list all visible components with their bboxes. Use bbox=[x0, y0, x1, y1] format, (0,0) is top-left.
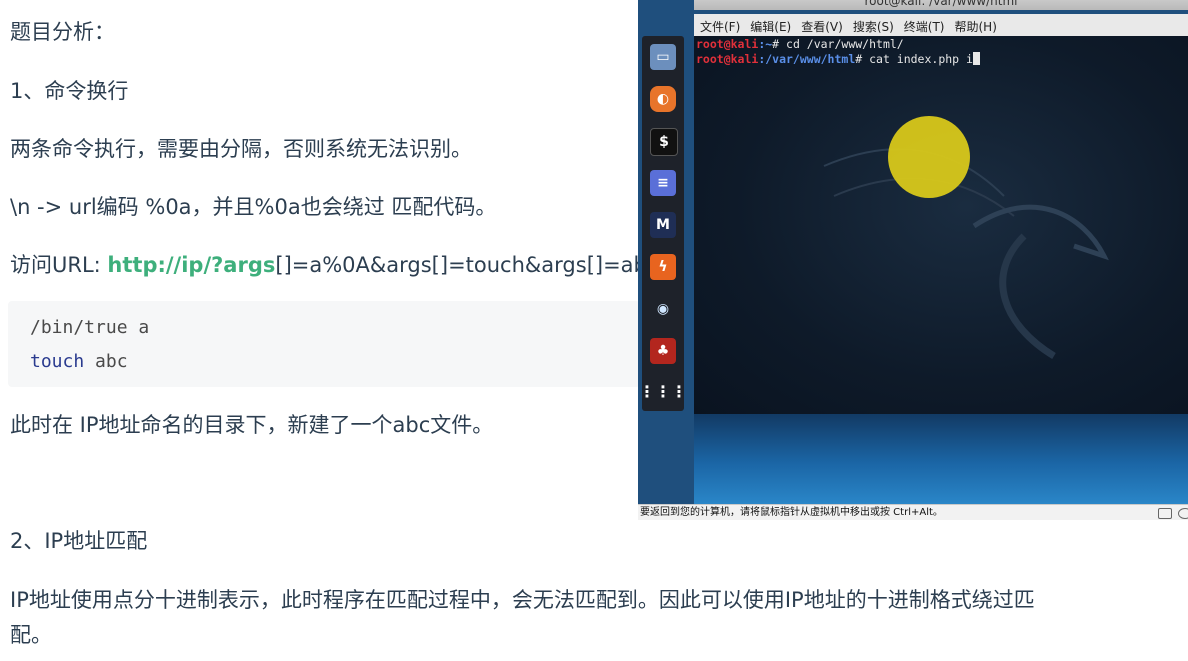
paragraph-1: 两条命令执行，需要由分隔，否则系统无法识别。 bbox=[10, 137, 472, 161]
paragraph-2: \n -> url编码 %0a，并且%0a也会绕过 匹配代码。 bbox=[10, 195, 497, 219]
menu-view[interactable]: 查看(V) bbox=[795, 14, 847, 35]
menu-help[interactable]: 帮助(H) bbox=[949, 14, 1001, 35]
app-dock: ▭ ◐ $ ≡ M ϟ ◉ ♣ ⋮⋮⋮ bbox=[639, 36, 687, 411]
terminal-icon[interactable]: $ bbox=[650, 128, 678, 156]
terminal-window-title: root@kali: /var/www/html bbox=[694, 0, 1188, 10]
paragraph-3: 此时在 IP地址命名的目录下，新建了一个abc文件。 bbox=[10, 413, 494, 437]
text-editor-icon[interactable]: ≡ bbox=[650, 170, 676, 196]
code-line-1: /bin/true a bbox=[30, 317, 150, 338]
vm-window[interactable]: root@kali: /var/www/html 文件(F) 编辑(E) 查看(V)… bbox=[638, 0, 1188, 520]
section-heading: 题目分析： bbox=[10, 20, 115, 44]
prompt-user: root@kali bbox=[696, 37, 759, 51]
device-icon-2[interactable] bbox=[1178, 508, 1188, 519]
prompt-path: :/var/www/html bbox=[758, 52, 856, 66]
vm-status-text: 要返回到您的计算机，请将鼠标指针从虚拟机中移出或按 Ctrl+Alt。 bbox=[640, 507, 943, 518]
code-line-2: touch abc bbox=[30, 351, 128, 372]
list-item-2-title: 2、IP地址匹配 bbox=[10, 529, 148, 553]
menu-search[interactable]: 搜索(S) bbox=[847, 14, 898, 35]
vm-status-bar: 要返回到您的计算机，请将鼠标指针从虚拟机中移出或按 Ctrl+Alt。 bbox=[638, 504, 1188, 520]
list-item-1-title: 1、命令换行 bbox=[10, 79, 129, 103]
code-block: /bin/true a touch abc bbox=[8, 301, 640, 387]
code-keyword: touch bbox=[30, 351, 85, 372]
menu-edit[interactable]: 编辑(E) bbox=[744, 14, 795, 35]
files-icon[interactable]: ▭ bbox=[650, 44, 676, 70]
desktop-background bbox=[694, 414, 1188, 504]
device-icon[interactable] bbox=[1158, 508, 1172, 519]
terminal-area[interactable]: root@kali:~# cd /var/www/html/ root@kali… bbox=[694, 36, 1188, 414]
paragraph-4-line-1: IP地址使用点分十进制表示，此时程序在匹配过程中，会无法匹配到。因此可以使用IP… bbox=[10, 588, 1035, 612]
terminal-line-2: root@kali:/var/www/html# cat index.php i bbox=[696, 52, 980, 66]
prompt-user: root@kali bbox=[696, 52, 759, 66]
url-link[interactable]: http://ip/?args bbox=[107, 253, 275, 277]
cherrytree-icon[interactable]: ♣ bbox=[650, 338, 676, 364]
paragraph-4-line-2: 配。 bbox=[10, 623, 52, 647]
firefox-icon[interactable]: ◐ bbox=[650, 86, 676, 112]
url-query: []=a%0A&args[]=touch&args[]=abc， bbox=[275, 253, 680, 277]
terminal-menubar: 文件(F) 编辑(E) 查看(V) 搜索(S) 终端(T) 帮助(H) bbox=[694, 14, 1188, 37]
apps-grid-icon[interactable]: ⋮⋮⋮ bbox=[639, 378, 687, 404]
code-arg: abc bbox=[84, 351, 128, 372]
url-paragraph: 访问URL: http://ip/?args[]=a%0A&args[]=tou… bbox=[10, 250, 679, 280]
url-prefix: 访问URL: bbox=[10, 253, 108, 277]
menu-file[interactable]: 文件(F) bbox=[694, 14, 744, 35]
command-text: # cat index.php i bbox=[855, 52, 973, 66]
text-cursor bbox=[972, 52, 980, 65]
menu-terminal[interactable]: 终端(T) bbox=[898, 14, 949, 35]
terminal-line-1: root@kali:~# cd /var/www/html/ bbox=[696, 37, 904, 51]
burpsuite-icon[interactable]: ϟ bbox=[650, 254, 676, 280]
metasploit-icon[interactable]: M bbox=[650, 212, 676, 238]
cursor-highlight bbox=[888, 116, 970, 198]
command-text: # cd /var/www/html/ bbox=[772, 37, 904, 51]
prompt-path: :~ bbox=[758, 37, 773, 51]
eye-icon[interactable]: ◉ bbox=[650, 296, 676, 322]
